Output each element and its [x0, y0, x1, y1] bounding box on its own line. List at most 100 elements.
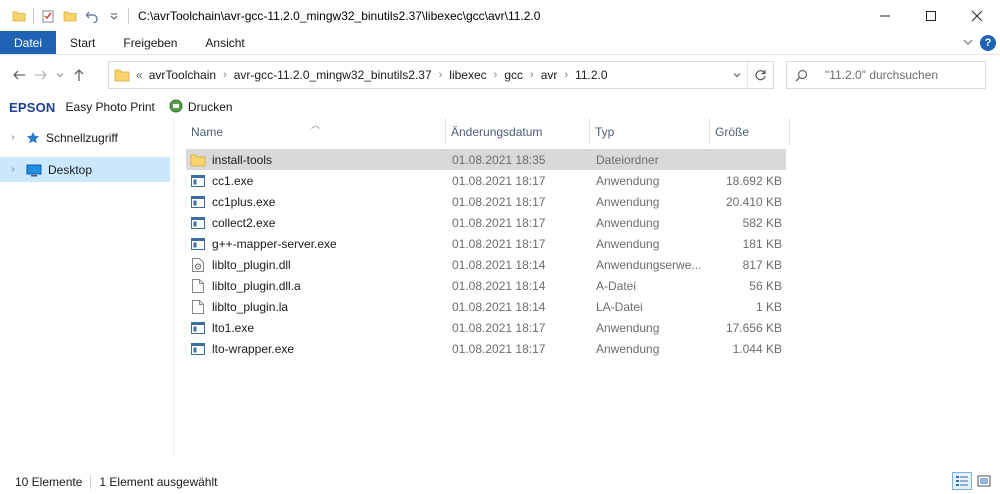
file-type: A-Datei — [596, 278, 637, 293]
address-bar[interactable]: « avrToolchain › avr-gcc-11.2.0_mingw32_… — [108, 61, 774, 89]
file-type: Anwendung — [596, 173, 660, 188]
chevron-right-icon[interactable]: › — [564, 69, 568, 81]
navigation-bar: « avrToolchain › avr-gcc-11.2.0_mingw32_… — [0, 58, 1000, 92]
selection-count: 1 Element ausgewählt — [99, 475, 218, 489]
file-name: cc1plus.exe — [212, 194, 276, 209]
breadcrumb-item[interactable]: gcc — [504, 68, 523, 82]
table-row[interactable]: lto-wrapper.exe 01.08.2021 18:17 Anwendu… — [186, 338, 1000, 359]
file-name-cell: install-tools — [190, 149, 272, 170]
quick-access-toolbar — [0, 0, 132, 31]
chevron-right-icon[interactable]: › — [223, 69, 227, 81]
table-row[interactable]: liblto_plugin.la 01.08.2021 18:14 LA-Dat… — [186, 296, 1000, 317]
expand-ribbon-icon[interactable] — [962, 36, 974, 51]
nav-item-desktop[interactable]: › Desktop — [0, 157, 170, 182]
easy-photo-print-button[interactable]: Easy Photo Print — [66, 100, 155, 114]
file-date: 01.08.2021 18:17 — [452, 194, 546, 209]
column-header-name[interactable]: Name — [186, 118, 446, 145]
file-icon — [190, 299, 206, 315]
table-row[interactable]: liblto_plugin.dll 01.08.2021 18:14 Anwen… — [186, 254, 1000, 275]
tab-datei[interactable]: Datei — [0, 31, 57, 54]
column-headers: ︿ Name Änderungsdatum Typ Größe — [186, 118, 1000, 145]
breadcrumb-item[interactable]: libexec — [449, 68, 486, 82]
tab-start[interactable]: Start — [56, 31, 109, 54]
file-date: 01.08.2021 18:14 — [452, 299, 546, 314]
details-view-icon[interactable] — [952, 472, 972, 490]
toolbar-divider — [128, 7, 129, 24]
file-name-cell: collect2.exe — [190, 212, 275, 233]
file-name: cc1.exe — [212, 173, 254, 188]
file-size: 20.410 KB — [725, 194, 782, 209]
file-size: 1 KB — [755, 299, 782, 314]
recent-locations-icon[interactable] — [52, 62, 68, 88]
file-name: lto-wrapper.exe — [212, 341, 295, 356]
chevron-right-icon[interactable]: › — [439, 69, 443, 81]
expand-icon[interactable]: › — [6, 132, 20, 143]
tab-freigeben[interactable]: Freigeben — [109, 31, 191, 54]
chevron-right-icon[interactable]: › — [530, 69, 534, 81]
table-row[interactable]: install-tools 01.08.2021 18:35 Dateiordn… — [186, 149, 786, 170]
up-icon[interactable] — [68, 62, 90, 88]
file-size: 17.656 KB — [725, 320, 782, 335]
large-icons-view-icon[interactable] — [974, 472, 994, 490]
file-type: Anwendung — [596, 236, 660, 251]
new-folder-icon[interactable] — [59, 5, 81, 27]
epson-toolbar: EPSON Easy Photo Print Drucken — [0, 96, 1000, 118]
file-type: Dateiordner — [596, 152, 659, 167]
file-name-cell: liblto_plugin.dll — [190, 254, 291, 275]
breadcrumb-item[interactable]: 11.2.0 — [575, 68, 607, 82]
column-label: Änderungsdatum — [451, 124, 543, 139]
tab-ansicht[interactable]: Ansicht — [191, 31, 258, 54]
column-header-date[interactable]: Änderungsdatum — [446, 118, 590, 145]
column-header-type[interactable]: Typ — [590, 118, 710, 145]
expand-icon[interactable]: › — [6, 164, 20, 175]
back-icon[interactable] — [8, 62, 30, 88]
undo-icon[interactable] — [81, 5, 103, 27]
column-label: Größe — [715, 124, 750, 139]
breadcrumb-item[interactable]: avrToolchain — [149, 68, 216, 82]
table-row[interactable]: cc1.exe 01.08.2021 18:17 Anwendung 18.69… — [186, 170, 1000, 191]
file-type: Anwendung — [596, 341, 660, 356]
nav-item-label: Desktop — [48, 162, 93, 177]
forward-icon[interactable] — [30, 62, 52, 88]
file-list: ︿ Name Änderungsdatum Typ Größe install-… — [186, 118, 1000, 458]
help-icon[interactable]: ? — [980, 35, 996, 51]
address-dropdown-icon[interactable] — [729, 62, 745, 88]
file-size: 18.692 KB — [725, 173, 782, 188]
print-button[interactable]: Drucken — [169, 99, 233, 116]
exe-icon — [190, 194, 206, 210]
file-type: Anwendung — [596, 194, 660, 209]
breadcrumb-item[interactable]: avr-gcc-11.2.0_mingw32_binutils2.37 — [234, 68, 432, 82]
customize-toolbar-icon[interactable] — [103, 5, 125, 27]
table-row[interactable]: collect2.exe 01.08.2021 18:17 Anwendung … — [186, 212, 1000, 233]
star-icon — [26, 131, 40, 145]
file-name: collect2.exe — [212, 215, 276, 230]
table-row[interactable]: liblto_plugin.dll.a 01.08.2021 18:14 A-D… — [186, 275, 1000, 296]
epson-logo: EPSON — [9, 99, 56, 115]
nav-item-label: Schnellzugriff — [46, 130, 118, 145]
maximize-icon[interactable] — [908, 0, 954, 31]
nav-item-quick-access[interactable]: › Schnellzugriff — [0, 125, 173, 150]
breadcrumb-item[interactable]: avr — [541, 68, 558, 82]
search-box[interactable] — [786, 61, 986, 89]
status-divider — [90, 475, 92, 489]
file-name-cell: lto1.exe — [190, 317, 254, 338]
file-name-cell: cc1.exe — [190, 170, 253, 191]
chevron-right-icon[interactable]: › — [494, 69, 498, 81]
file-type: LA-Datei — [596, 299, 643, 314]
refresh-icon[interactable] — [747, 62, 773, 88]
table-row[interactable]: lto1.exe 01.08.2021 18:17 Anwendung 17.6… — [186, 317, 1000, 338]
close-icon[interactable] — [954, 0, 1000, 31]
table-row[interactable]: g++-mapper-server.exe 01.08.2021 18:17 A… — [186, 233, 1000, 254]
search-input[interactable] — [825, 68, 985, 82]
properties-icon[interactable] — [37, 5, 59, 27]
file-icon — [190, 278, 206, 294]
file-name-cell: g++-mapper-server.exe — [190, 233, 337, 254]
breadcrumb-overflow[interactable]: « — [136, 68, 149, 82]
file-type: Anwendung — [596, 320, 660, 335]
status-bar: 10 Elemente 1 Element ausgewählt — [0, 470, 1000, 494]
table-row[interactable]: cc1plus.exe 01.08.2021 18:17 Anwendung 2… — [186, 191, 1000, 212]
column-header-size[interactable]: Größe — [710, 118, 790, 145]
file-type: Anwendungserwe... — [596, 257, 702, 272]
file-name: g++-mapper-server.exe — [212, 236, 337, 251]
minimize-icon[interactable] — [862, 0, 908, 31]
